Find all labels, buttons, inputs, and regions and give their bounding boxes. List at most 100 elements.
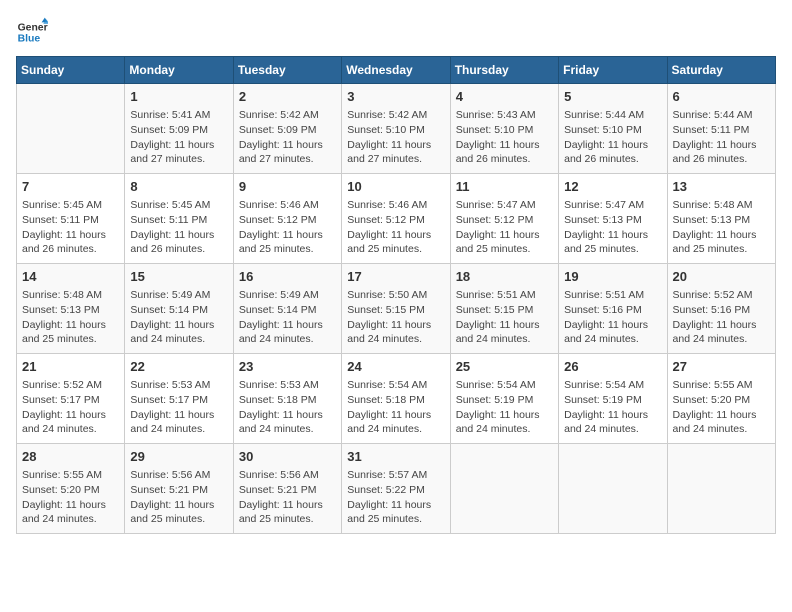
calendar-cell: 1 Sunrise: 5:41 AM Sunset: 5:09 PM Daylig…	[125, 84, 233, 174]
day-number: 16	[239, 268, 336, 286]
calendar-header-saturday: Saturday	[667, 57, 775, 84]
day-number: 19	[564, 268, 661, 286]
calendar-cell: 2 Sunrise: 5:42 AM Sunset: 5:09 PM Daylig…	[233, 84, 341, 174]
day-number: 7	[22, 178, 119, 196]
calendar-cell: 21Sunrise: 5:52 AM Sunset: 5:17 PM Dayli…	[17, 354, 125, 444]
day-number: 29	[130, 448, 227, 466]
day-number: 11	[456, 178, 553, 196]
day-info: Sunrise: 5:42 AM Sunset: 5:09 PM Dayligh…	[239, 108, 336, 167]
calendar-cell: 8 Sunrise: 5:45 AM Sunset: 5:11 PM Daylig…	[125, 174, 233, 264]
day-number: 5	[564, 88, 661, 106]
calendar-header-friday: Friday	[559, 57, 667, 84]
calendar-header-wednesday: Wednesday	[342, 57, 450, 84]
calendar-cell: 24 Sunrise: 5:54 AM Sunset: 5:18 PM Dayli…	[342, 354, 450, 444]
day-number: 4	[456, 88, 553, 106]
day-number: 27	[673, 358, 770, 376]
calendar-cell: 20 Sunrise: 5:52 AM Sunset: 5:16 PM Dayli…	[667, 264, 775, 354]
calendar-cell	[667, 444, 775, 534]
day-info: Sunrise: 5:56 AM Sunset: 5:21 PM Dayligh…	[239, 468, 336, 527]
calendar-cell: 28 Sunrise: 5:55 AM Sunset: 5:20 PM Dayli…	[17, 444, 125, 534]
day-info: Sunrise: 5:52 AM Sunset: 5:17 PM Dayligh…	[22, 378, 119, 437]
calendar-cell: 16 Sunrise: 5:49 AM Sunset: 5:14 PM Dayli…	[233, 264, 341, 354]
day-info: Sunrise: 5:55 AM Sunset: 5:20 PM Dayligh…	[22, 468, 119, 527]
day-info: Sunrise: 5:56 AM Sunset: 5:21 PM Dayligh…	[130, 468, 227, 527]
day-info: Sunrise: 5:50 AM Sunset: 5:15 PM Dayligh…	[347, 288, 444, 347]
day-info: Sunrise: 5:53 AM Sunset: 5:18 PM Dayligh…	[239, 378, 336, 437]
calendar-cell: 13 Sunrise: 5:48 AM Sunset: 5:13 PM Dayli…	[667, 174, 775, 264]
calendar-cell: 25Sunrise: 5:54 AM Sunset: 5:19 PM Dayli…	[450, 354, 558, 444]
calendar-cell: 17 Sunrise: 5:50 AM Sunset: 5:15 PM Dayli…	[342, 264, 450, 354]
calendar-cell	[17, 84, 125, 174]
day-number: 24	[347, 358, 444, 376]
day-number: 12	[564, 178, 661, 196]
day-number: 14	[22, 268, 119, 286]
day-info: Sunrise: 5:54 AM Sunset: 5:19 PM Dayligh…	[456, 378, 553, 437]
day-info: Sunrise: 5:46 AM Sunset: 5:12 PM Dayligh…	[347, 198, 444, 257]
day-number: 15	[130, 268, 227, 286]
day-number: 2	[239, 88, 336, 106]
day-info: Sunrise: 5:49 AM Sunset: 5:14 PM Dayligh…	[239, 288, 336, 347]
day-info: Sunrise: 5:44 AM Sunset: 5:11 PM Dayligh…	[673, 108, 770, 167]
day-number: 20	[673, 268, 770, 286]
logo-icon: General Blue	[16, 16, 48, 48]
calendar-cell: 9Sunrise: 5:46 AM Sunset: 5:12 PM Daylig…	[233, 174, 341, 264]
day-info: Sunrise: 5:43 AM Sunset: 5:10 PM Dayligh…	[456, 108, 553, 167]
day-number: 10	[347, 178, 444, 196]
day-info: Sunrise: 5:41 AM Sunset: 5:09 PM Dayligh…	[130, 108, 227, 167]
calendar-table: SundayMondayTuesdayWednesdayThursdayFrid…	[16, 56, 776, 534]
svg-text:Blue: Blue	[18, 34, 41, 45]
calendar-cell: 14 Sunrise: 5:48 AM Sunset: 5:13 PM Dayli…	[17, 264, 125, 354]
day-info: Sunrise: 5:48 AM Sunset: 5:13 PM Dayligh…	[22, 288, 119, 347]
day-number: 13	[673, 178, 770, 196]
calendar-header-tuesday: Tuesday	[233, 57, 341, 84]
day-number: 1	[130, 88, 227, 106]
calendar-cell: 15 Sunrise: 5:49 AM Sunset: 5:14 PM Dayli…	[125, 264, 233, 354]
day-number: 3	[347, 88, 444, 106]
day-info: Sunrise: 5:51 AM Sunset: 5:16 PM Dayligh…	[564, 288, 661, 347]
day-info: Sunrise: 5:49 AM Sunset: 5:14 PM Dayligh…	[130, 288, 227, 347]
day-number: 31	[347, 448, 444, 466]
calendar-cell: 3 Sunrise: 5:42 AM Sunset: 5:10 PM Daylig…	[342, 84, 450, 174]
day-info: Sunrise: 5:48 AM Sunset: 5:13 PM Dayligh…	[673, 198, 770, 257]
day-info: Sunrise: 5:54 AM Sunset: 5:18 PM Dayligh…	[347, 378, 444, 437]
day-number: 30	[239, 448, 336, 466]
day-info: Sunrise: 5:55 AM Sunset: 5:20 PM Dayligh…	[673, 378, 770, 437]
day-info: Sunrise: 5:42 AM Sunset: 5:10 PM Dayligh…	[347, 108, 444, 167]
svg-text:General: General	[18, 22, 48, 33]
day-info: Sunrise: 5:46 AM Sunset: 5:12 PM Dayligh…	[239, 198, 336, 257]
calendar-header-monday: Monday	[125, 57, 233, 84]
calendar-cell: 12 Sunrise: 5:47 AM Sunset: 5:13 PM Dayli…	[559, 174, 667, 264]
day-number: 23	[239, 358, 336, 376]
day-info: Sunrise: 5:47 AM Sunset: 5:13 PM Dayligh…	[564, 198, 661, 257]
calendar-cell: 18Sunrise: 5:51 AM Sunset: 5:15 PM Dayli…	[450, 264, 558, 354]
day-info: Sunrise: 5:45 AM Sunset: 5:11 PM Dayligh…	[130, 198, 227, 257]
day-info: Sunrise: 5:57 AM Sunset: 5:22 PM Dayligh…	[347, 468, 444, 527]
header: General Blue	[16, 16, 776, 48]
calendar-cell: 31 Sunrise: 5:57 AM Sunset: 5:22 PM Dayli…	[342, 444, 450, 534]
calendar-cell: 5 Sunrise: 5:44 AM Sunset: 5:10 PM Daylig…	[559, 84, 667, 174]
calendar-cell: 29 Sunrise: 5:56 AM Sunset: 5:21 PM Dayli…	[125, 444, 233, 534]
calendar-cell	[559, 444, 667, 534]
calendar-cell: 19 Sunrise: 5:51 AM Sunset: 5:16 PM Dayli…	[559, 264, 667, 354]
day-info: Sunrise: 5:51 AM Sunset: 5:15 PM Dayligh…	[456, 288, 553, 347]
calendar-cell: 27 Sunrise: 5:55 AM Sunset: 5:20 PM Dayli…	[667, 354, 775, 444]
day-number: 8	[130, 178, 227, 196]
logo: General Blue	[16, 16, 52, 48]
calendar-cell: 26Sunrise: 5:54 AM Sunset: 5:19 PM Dayli…	[559, 354, 667, 444]
day-info: Sunrise: 5:52 AM Sunset: 5:16 PM Dayligh…	[673, 288, 770, 347]
day-number: 28	[22, 448, 119, 466]
day-number: 26	[564, 358, 661, 376]
day-info: Sunrise: 5:47 AM Sunset: 5:12 PM Dayligh…	[456, 198, 553, 257]
calendar-cell	[450, 444, 558, 534]
calendar-cell: 30 Sunrise: 5:56 AM Sunset: 5:21 PM Dayli…	[233, 444, 341, 534]
calendar-cell: 23 Sunrise: 5:53 AM Sunset: 5:18 PM Dayli…	[233, 354, 341, 444]
calendar-cell: 6Sunrise: 5:44 AM Sunset: 5:11 PM Daylig…	[667, 84, 775, 174]
day-number: 22	[130, 358, 227, 376]
day-info: Sunrise: 5:53 AM Sunset: 5:17 PM Dayligh…	[130, 378, 227, 437]
calendar-header-thursday: Thursday	[450, 57, 558, 84]
day-number: 17	[347, 268, 444, 286]
calendar-header-sunday: Sunday	[17, 57, 125, 84]
day-info: Sunrise: 5:44 AM Sunset: 5:10 PM Dayligh…	[564, 108, 661, 167]
calendar-cell: 7Sunrise: 5:45 AM Sunset: 5:11 PM Daylig…	[17, 174, 125, 264]
calendar-cell: 11 Sunrise: 5:47 AM Sunset: 5:12 PM Dayli…	[450, 174, 558, 264]
